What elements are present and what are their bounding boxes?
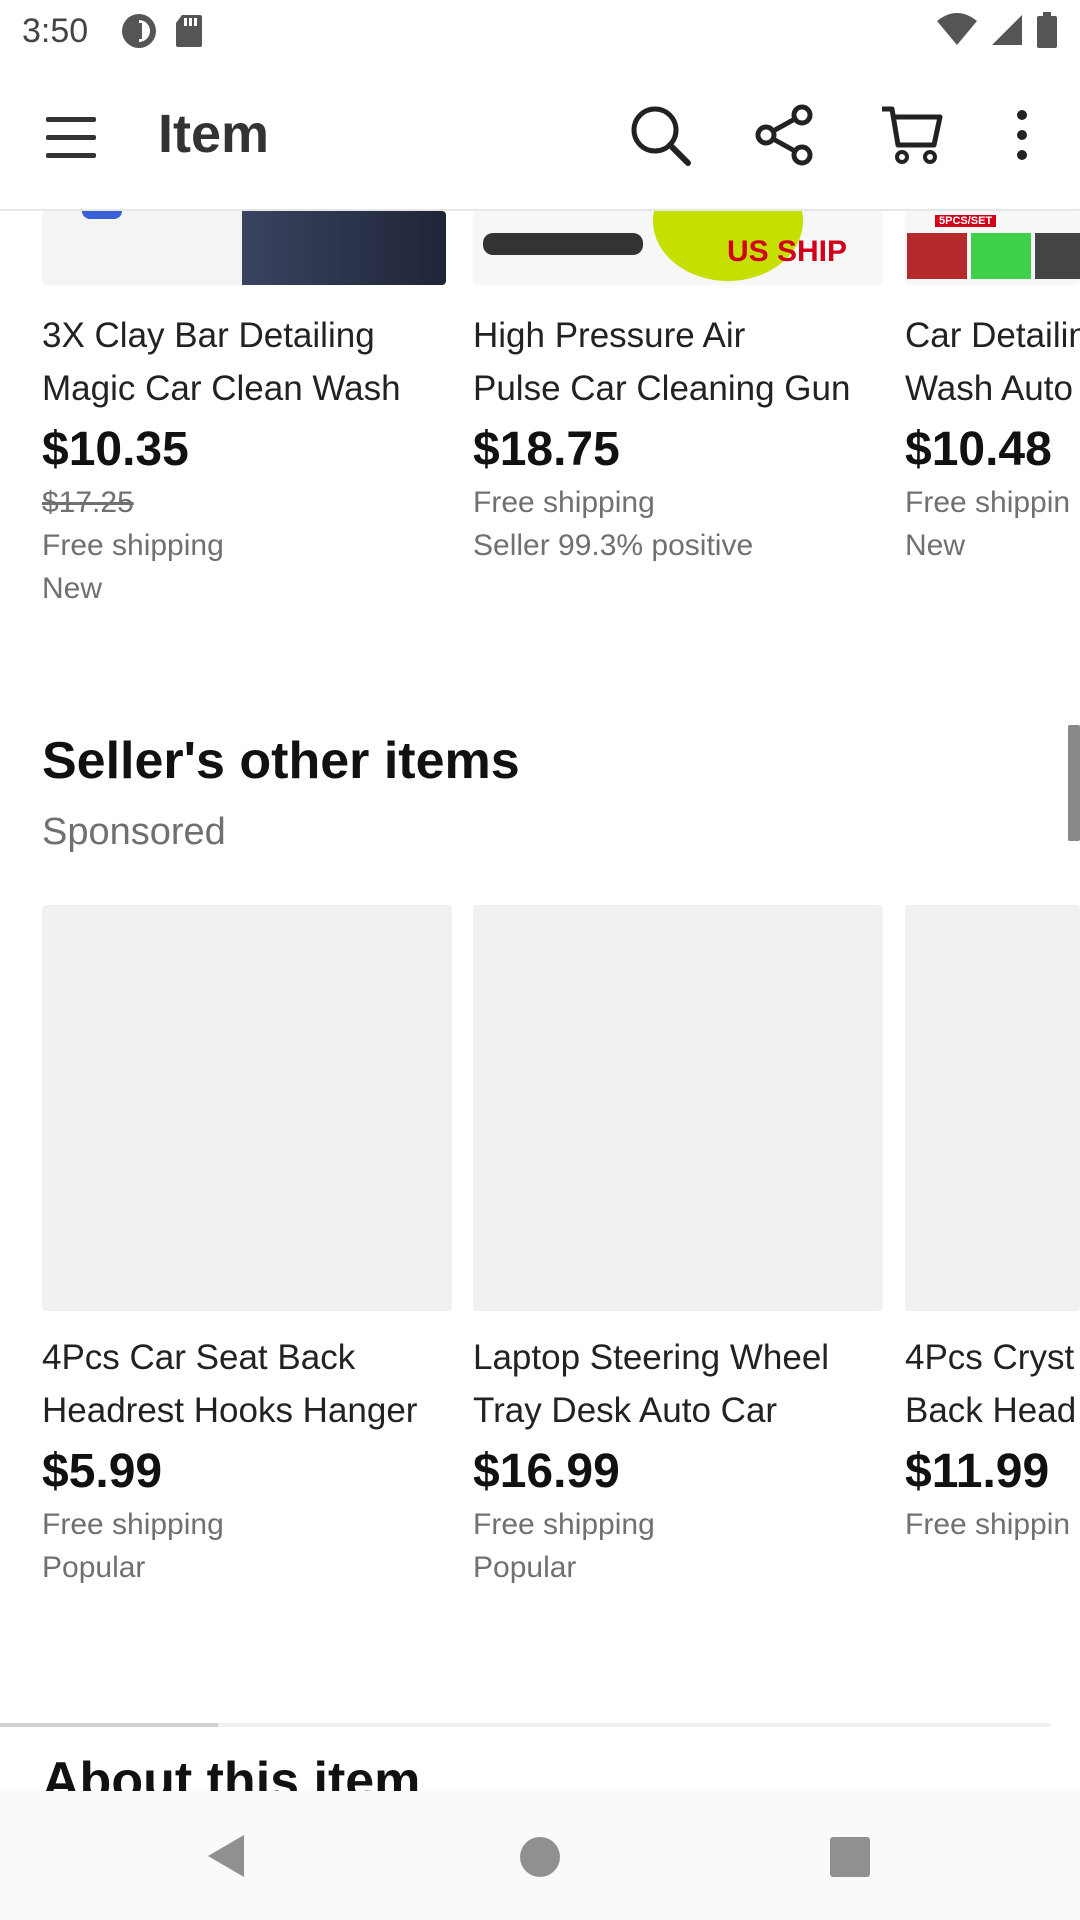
product-thumb-2	[971, 233, 1031, 279]
product-image-placeholder[interactable]	[473, 905, 883, 1311]
item-popularity: Popular	[42, 1551, 146, 1584]
item-shipping: Free shipping	[473, 1508, 655, 1541]
item-original-price: $17.25	[42, 486, 134, 519]
item-shipping: Free shipping	[42, 529, 224, 562]
item-title-line1: 4Pcs Car Seat Back	[42, 1338, 356, 1377]
product-thumb-1	[907, 233, 967, 279]
app-bar: Item	[0, 63, 1080, 211]
item-price: $11.99	[905, 1445, 1050, 1498]
cell-signal-icon	[990, 13, 1024, 52]
status-time: 3:50	[22, 12, 89, 50]
product-image[interactable]: US SHIP	[473, 211, 883, 285]
item-condition: New	[42, 572, 103, 605]
battery-icon	[1036, 12, 1058, 53]
menu-button[interactable]	[40, 107, 100, 167]
item-popularity: Popular	[473, 1551, 577, 1584]
page-title: Item	[158, 104, 270, 164]
product-image-placeholder[interactable]	[42, 905, 452, 1311]
similar-item-card[interactable]: Car Detailin Wash Auto $10.48 Free shipp…	[905, 309, 1080, 567]
item-title-line2: Wash Auto	[905, 369, 1073, 408]
item-title-line2: Magic Car Clean Wash	[42, 369, 401, 408]
image-badge: 5PCS/SET	[935, 215, 997, 227]
air-gun-image	[483, 233, 643, 255]
similar-item-card[interactable]: 3X Clay Bar Detailing Magic Car Clean Wa…	[42, 309, 452, 610]
product-image-placeholder[interactable]	[905, 905, 1080, 1311]
more-vert-icon	[1017, 110, 1027, 160]
image-badge: US SHIP	[727, 235, 848, 268]
item-price: $16.99	[473, 1445, 620, 1498]
share-button[interactable]	[752, 103, 816, 167]
more-options-button[interactable]	[1000, 103, 1044, 167]
item-title-line1: High Pressure Air	[473, 316, 746, 355]
recents-button[interactable]	[830, 1837, 870, 1877]
item-title-line1: Laptop Steering Wheel	[473, 1338, 830, 1377]
home-button[interactable]	[520, 1837, 560, 1877]
item-title-line1: Car Detailin	[905, 316, 1080, 355]
similar-item-card[interactable]: High Pressure Air Pulse Car Cleaning Gun…	[473, 309, 883, 567]
item-price: $10.35	[42, 423, 189, 476]
back-icon	[208, 1835, 244, 1877]
item-shipping: Free shippin	[905, 486, 1071, 519]
status-bar: 3:50	[0, 0, 1080, 63]
item-condition: New	[905, 529, 966, 562]
wifi-icon	[936, 13, 978, 52]
sponsored-label: Sponsored	[42, 811, 226, 853]
data-saver-icon	[120, 12, 158, 55]
menu-icon	[46, 117, 96, 158]
product-thumb-3	[1035, 233, 1080, 279]
item-price: $5.99	[42, 1445, 163, 1498]
cart-icon	[882, 106, 943, 164]
item-title-line1: 3X Clay Bar Detailing	[42, 316, 375, 355]
item-shipping: Free shipping	[473, 486, 655, 519]
section-title-sellers-items: Seller's other items	[42, 732, 520, 790]
item-title-line2: Tray Desk Auto Car	[473, 1391, 778, 1430]
product-photo	[242, 211, 446, 285]
product-image[interactable]: 5PCS/SET	[905, 211, 1080, 285]
scroll-indicator	[1068, 725, 1080, 841]
item-title-line1: 4Pcs Cryst	[905, 1338, 1075, 1377]
item-shipping: Free shipping	[42, 1508, 224, 1541]
item-title-line2: Back Head	[905, 1391, 1077, 1430]
seller-item-card[interactable]: 4Pcs Cryst Back Head $11.99 Free shippin	[905, 1331, 1080, 1546]
item-title-line2: Headrest Hooks Hanger	[42, 1391, 418, 1430]
item-seller-rating: Seller 99.3% positive	[473, 529, 754, 562]
item-page-content[interactable]: US SHIP 5PCS/SET 3X Clay Bar Detailing M…	[0, 211, 1080, 1791]
section-title-about: About this item	[42, 1752, 421, 1791]
product-photo-detail	[82, 211, 122, 219]
item-price: $18.75	[473, 423, 620, 476]
product-image[interactable]	[42, 211, 446, 285]
search-icon	[631, 106, 691, 166]
back-button[interactable]	[206, 1833, 246, 1884]
sd-card-icon	[174, 13, 204, 54]
cart-button[interactable]	[880, 103, 944, 167]
seller-item-card[interactable]: Laptop Steering Wheel Tray Desk Auto Car…	[473, 1331, 883, 1589]
section-divider-accent	[0, 1723, 218, 1727]
seller-item-card[interactable]: 4Pcs Car Seat Back Headrest Hooks Hanger…	[42, 1331, 452, 1589]
system-nav-bar	[0, 1791, 1080, 1920]
item-shipping: Free shippin	[905, 1508, 1071, 1541]
share-icon	[755, 104, 813, 166]
search-button[interactable]	[628, 103, 692, 167]
item-price: $10.48	[905, 423, 1052, 476]
item-title-line2: Pulse Car Cleaning Gun	[473, 369, 851, 408]
